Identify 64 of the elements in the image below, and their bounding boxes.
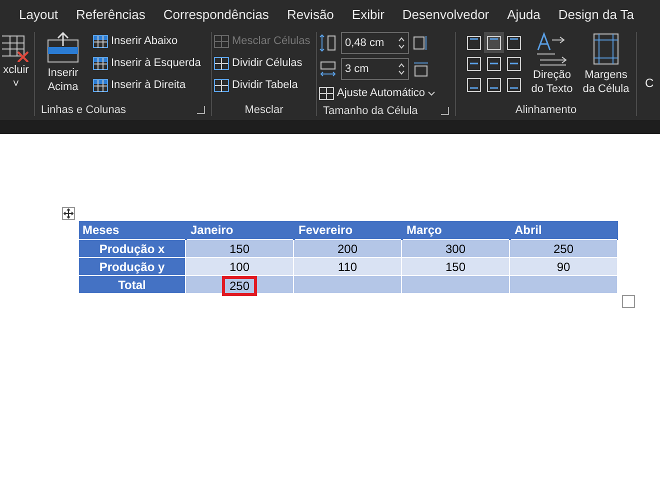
group-label: Alinhamento bbox=[515, 104, 577, 116]
table-move-handle-icon[interactable] bbox=[62, 207, 75, 220]
table-insert-icon bbox=[93, 78, 108, 92]
table-insert-icon bbox=[93, 34, 108, 48]
merge-button[interactable]: Dividir Tabela bbox=[214, 76, 310, 94]
autofit-button[interactable]: Ajuste Automático bbox=[319, 84, 436, 102]
distribute-columns-icon[interactable] bbox=[413, 61, 429, 77]
column-width-icon bbox=[319, 60, 337, 78]
ribbon-tab[interactable]: Correspondências bbox=[163, 6, 269, 22]
group-label: Mesclar bbox=[244, 104, 284, 116]
ribbon-tab[interactable]: Design da Ta bbox=[558, 6, 634, 22]
cell-margins-icon bbox=[591, 32, 621, 66]
row-header: Total bbox=[118, 278, 146, 292]
table-grid-icon bbox=[319, 86, 334, 100]
dialog-launcher-icon[interactable] bbox=[441, 107, 449, 115]
row-header: Produção y bbox=[99, 260, 165, 274]
insert-above-button[interactable]: Inserir Acima bbox=[37, 66, 89, 94]
table-grid-icon bbox=[214, 56, 229, 70]
table-insert-icon bbox=[93, 56, 108, 70]
height-field[interactable]: 0,48 cm bbox=[341, 32, 409, 54]
row-header: Produção x bbox=[99, 242, 165, 256]
merge-button[interactable]: Dividir Células bbox=[214, 54, 310, 72]
table-cell: 250 bbox=[510, 240, 618, 258]
distribute-rows-icon[interactable] bbox=[413, 35, 429, 51]
ribbon-tab[interactable]: Ajuda bbox=[507, 6, 540, 22]
insert-button[interactable]: Inserir à Direita bbox=[93, 76, 201, 94]
ribbon-tab[interactable]: Revisão bbox=[286, 6, 334, 22]
table-cell: 300 bbox=[402, 240, 510, 258]
text-direction-button[interactable]: Direção do Texto bbox=[526, 68, 578, 96]
column-header: Fevereiro bbox=[294, 221, 402, 240]
column-header: Março bbox=[402, 221, 510, 240]
insert-above-icon bbox=[46, 32, 80, 64]
ribbon-tab[interactable]: Referências bbox=[76, 6, 146, 22]
table-grid-icon bbox=[214, 78, 229, 92]
spinner-icon[interactable] bbox=[398, 36, 405, 50]
ribbon-tab[interactable]: Exibir bbox=[352, 6, 384, 22]
width-field[interactable]: 3 cm bbox=[341, 58, 409, 80]
spinner-icon[interactable] bbox=[398, 62, 405, 76]
cell-margins-button[interactable]: Margens da Célula bbox=[580, 68, 632, 96]
table-resize-handle[interactable] bbox=[622, 295, 634, 308]
group-label: Tamanho da Célula bbox=[323, 105, 418, 117]
ribbon-button[interactable]: C bbox=[645, 76, 654, 90]
insert-button[interactable]: Inserir à Esquerda bbox=[93, 54, 201, 72]
caret-icon[interactable]: ˅ bbox=[12, 78, 20, 90]
table-grid-icon bbox=[214, 34, 229, 48]
table-cell: 100 bbox=[186, 258, 294, 276]
table-cell: 200 bbox=[294, 240, 402, 258]
ribbon-tab[interactable]: Desenvolvedor bbox=[402, 6, 490, 22]
column-header: Abril bbox=[510, 221, 618, 240]
table-cell: 150 bbox=[402, 258, 510, 276]
table-cell: 250 bbox=[186, 276, 294, 294]
row-height-icon bbox=[319, 34, 337, 52]
caret-icon bbox=[428, 90, 436, 96]
table-cell: 90 bbox=[510, 258, 618, 276]
insert-button[interactable]: Inserir Abaixo bbox=[93, 32, 201, 50]
align-button[interactable] bbox=[484, 32, 504, 53]
group-label: Linhas e Colunas bbox=[41, 104, 126, 116]
table-cell: 110 bbox=[294, 258, 402, 276]
ribbon-tab[interactable]: Layout bbox=[19, 6, 58, 22]
delete-button[interactable]: xcluir bbox=[3, 64, 29, 76]
column-header: Janeiro bbox=[186, 221, 294, 240]
column-header: Meses bbox=[78, 221, 186, 240]
table-cell: 150 bbox=[186, 240, 294, 258]
dialog-launcher-icon[interactable] bbox=[197, 106, 205, 114]
